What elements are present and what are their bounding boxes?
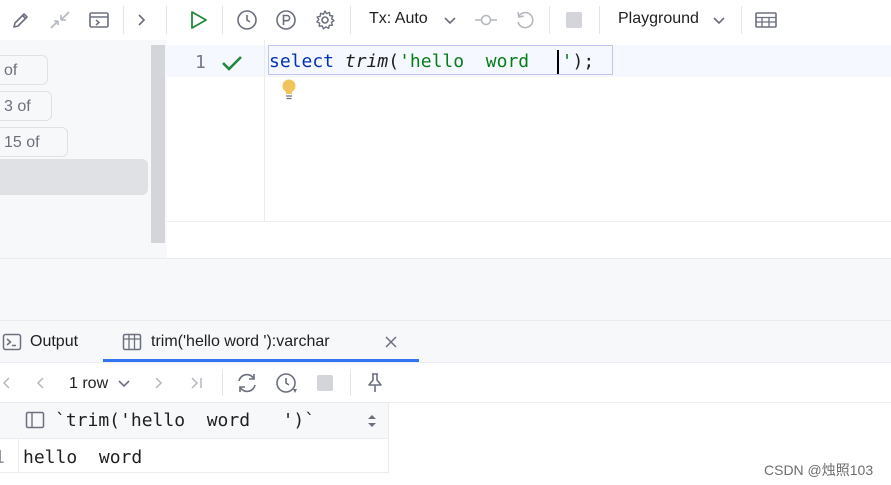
run-icon[interactable] xyxy=(184,7,212,33)
chevron-right-icon[interactable] xyxy=(131,8,151,32)
grid-bottom-border xyxy=(0,472,388,473)
commit-icon[interactable] xyxy=(472,8,500,32)
table-icon xyxy=(121,332,143,352)
vertical-scrollbar[interactable] xyxy=(151,45,165,243)
row-number: 1 xyxy=(0,447,5,468)
transaction-mode-label[interactable]: Tx: Auto xyxy=(369,10,428,28)
tab-result[interactable]: trim('hello word '):varchar xyxy=(151,333,330,351)
count-badge[interactable]: of 14 xyxy=(0,55,48,109)
main-toolbar: Tx: Auto Playground xyxy=(0,0,891,40)
refresh-icon[interactable] xyxy=(233,371,261,395)
sort-icon[interactable] xyxy=(364,411,380,431)
last-page-icon[interactable] xyxy=(186,373,208,393)
sql-string-part: 'hello word xyxy=(399,51,530,72)
column-header[interactable]: `trim('hello word ')` xyxy=(55,410,315,431)
sql-code-line[interactable]: select trim('hello word '); xyxy=(269,51,594,72)
watermark-text: CSDN @烛照103 xyxy=(764,462,874,478)
panel-splitter[interactable] xyxy=(0,258,891,320)
selected-tree-item[interactable] xyxy=(0,159,148,195)
row-number-divider xyxy=(18,439,19,473)
auto-refresh-clock-icon[interactable] xyxy=(273,371,301,395)
sql-close: ); xyxy=(572,51,595,72)
rollback-icon[interactable] xyxy=(511,8,539,32)
chevron-down-icon[interactable] xyxy=(710,12,728,30)
stop-icon[interactable] xyxy=(312,371,338,395)
chevron-down-icon[interactable] xyxy=(441,12,459,30)
session-selector-label[interactable]: Playground xyxy=(618,10,699,28)
next-page-icon[interactable] xyxy=(149,373,169,393)
console-icon xyxy=(1,332,23,352)
column-icon xyxy=(24,410,46,430)
history-clock-icon[interactable] xyxy=(233,7,261,33)
grid-right-border xyxy=(388,403,389,473)
previous-page-icon[interactable] xyxy=(30,373,50,393)
count-badge[interactable]: 15 of 41 xyxy=(0,127,68,181)
first-page-icon[interactable] xyxy=(0,373,12,393)
lightbulb-icon[interactable] xyxy=(280,78,298,102)
editor-bottom-border xyxy=(167,221,891,222)
close-icon[interactable] xyxy=(382,333,400,351)
explain-plan-icon[interactable] xyxy=(272,7,300,33)
chevron-down-icon[interactable] xyxy=(115,376,133,392)
tab-output[interactable]: Output xyxy=(30,333,78,351)
sql-paren: ( xyxy=(388,51,400,72)
collapse-arrows-icon[interactable] xyxy=(47,8,73,32)
text-caret xyxy=(557,50,559,74)
gutter-divider xyxy=(264,40,265,222)
console-window-icon[interactable] xyxy=(86,8,112,32)
edit-pencil-icon[interactable] xyxy=(8,8,34,32)
check-icon xyxy=(220,52,244,74)
active-tab-indicator xyxy=(103,359,419,362)
sql-string-part: ' xyxy=(529,51,573,72)
pin-tab-icon[interactable] xyxy=(362,371,388,395)
count-badge[interactable]: 3 of 8 xyxy=(0,91,52,145)
table-view-icon[interactable] xyxy=(752,8,780,32)
settings-gear-icon[interactable] xyxy=(311,7,339,33)
sql-keyword: select xyxy=(269,51,335,72)
sql-function: trim xyxy=(344,51,389,72)
line-number: 1 xyxy=(195,52,206,73)
stop-icon[interactable] xyxy=(560,8,588,32)
row-count-selector[interactable]: 1 row xyxy=(69,375,108,393)
result-toolbar xyxy=(0,363,891,403)
grid-cell[interactable]: hello word xyxy=(23,447,142,468)
